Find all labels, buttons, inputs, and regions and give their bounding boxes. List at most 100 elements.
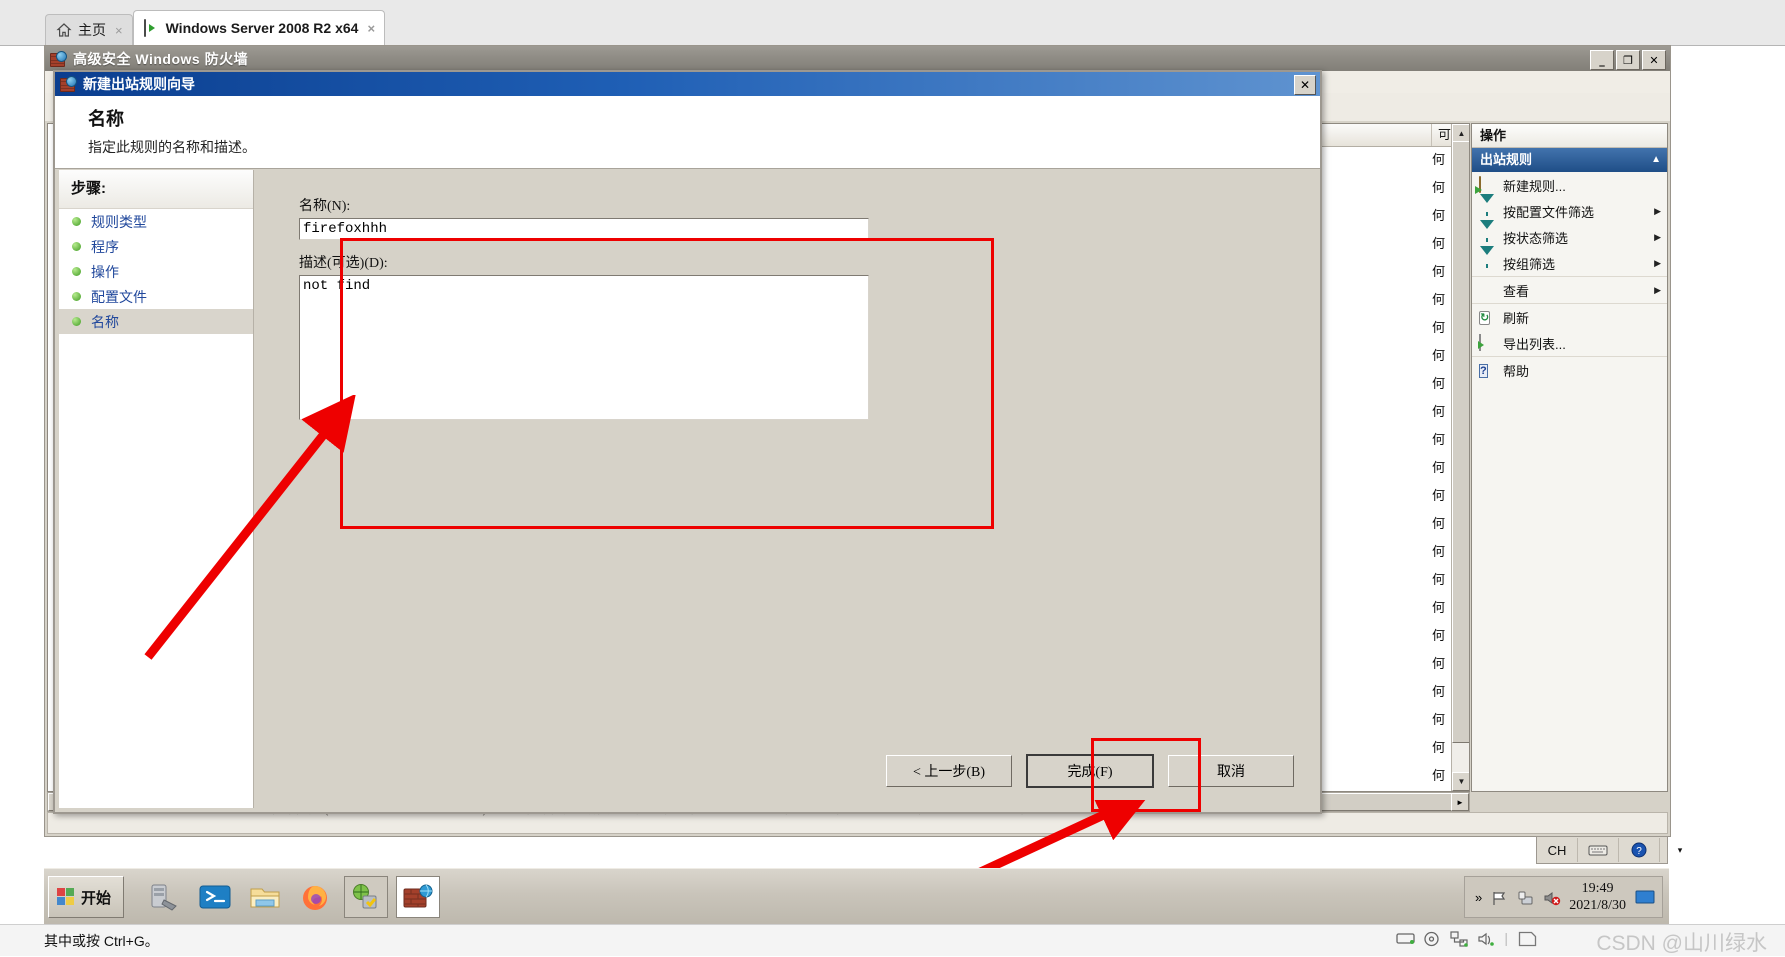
action-item-label: 导出列表... bbox=[1503, 336, 1566, 352]
minimize-button[interactable]: _ bbox=[1590, 50, 1614, 70]
list-vertical-scrollbar[interactable]: ▲ ▼ bbox=[1451, 124, 1469, 791]
tab-home[interactable]: 主页 × bbox=[45, 14, 133, 45]
action-item-label: 查看 bbox=[1503, 283, 1530, 299]
mmc-title-bar: 高级安全 Windows 防火墙 _ ❐ ✕ bbox=[45, 46, 1670, 71]
hard-disk-icon[interactable] bbox=[1396, 931, 1416, 946]
tab-home-close-icon[interactable]: × bbox=[115, 23, 123, 38]
actions-pane: 操作 出站规则 ▲ 新建规则... 按配置文件筛选 ▶ 按状态筛选 ▶ 按组筛选 ▶ 查看 ▶ ↻… bbox=[1471, 123, 1668, 792]
action-item-3[interactable]: 按状态筛选 ▶ bbox=[1472, 220, 1667, 250]
tray-expand-button[interactable]: » bbox=[1475, 890, 1482, 905]
wizard-step-label: 名称 bbox=[91, 313, 119, 330]
step-dot-icon bbox=[72, 267, 81, 276]
vm-icon bbox=[143, 19, 160, 37]
wizard-subheading: 指定此规则的名称和描述。 bbox=[88, 139, 256, 155]
wizard-steps-pane: 步骤: 规则类型程序操作配置文件名称 bbox=[59, 170, 254, 808]
flag-icon[interactable] bbox=[1491, 890, 1508, 905]
refresh-icon: ↻ bbox=[1479, 311, 1491, 325]
taskbar: 开始 » 19:49 2021/8/30 bbox=[44, 868, 1669, 925]
wizard-step-label: 规则类型 bbox=[91, 213, 147, 230]
wizard-title-bar: 新建出站规则向导 ✕ bbox=[55, 72, 1320, 96]
ime-language[interactable]: CH bbox=[1537, 838, 1578, 862]
back-button[interactable]: < 上一步(B) bbox=[886, 755, 1012, 787]
wizard-step-label: 操作 bbox=[91, 263, 119, 280]
steps-header: 步骤: bbox=[59, 170, 253, 209]
system-tray: » 19:49 2021/8/30 bbox=[1463, 876, 1663, 918]
network-tray-icon[interactable] bbox=[1517, 890, 1534, 905]
wizard-step-1[interactable]: 规则类型 bbox=[59, 209, 253, 234]
svg-text:?: ? bbox=[1636, 846, 1642, 857]
scroll-right-button[interactable]: ► bbox=[1451, 793, 1469, 811]
action-item-5[interactable]: 查看 ▶ bbox=[1472, 276, 1667, 303]
network-icon[interactable] bbox=[344, 876, 388, 918]
filter-icon bbox=[1479, 194, 1496, 219]
step-dot-icon bbox=[72, 242, 81, 251]
rule-name-input[interactable] bbox=[299, 218, 869, 240]
host-status-bar: 其中或按 Ctrl+G。 | CSDN @山川绿水 bbox=[0, 924, 1785, 956]
sound-icon[interactable] bbox=[1477, 931, 1495, 946]
tab-windows-server[interactable]: Windows Server 2008 R2 x64 × bbox=[132, 10, 386, 45]
new-rule-icon bbox=[1479, 176, 1496, 193]
restore-button[interactable]: ❐ bbox=[1616, 50, 1640, 70]
submenu-arrow-icon: ▶ bbox=[1654, 284, 1661, 295]
start-label: 开始 bbox=[81, 889, 112, 907]
explorer-icon[interactable] bbox=[244, 877, 286, 917]
action-item-label: 按组筛选 bbox=[1503, 256, 1556, 272]
screen-icon[interactable] bbox=[1518, 931, 1537, 946]
wizard-header: 名称 指定此规则的名称和描述。 bbox=[55, 96, 1320, 169]
wizard-step-2[interactable]: 程序 bbox=[59, 234, 253, 259]
tab-vm-label: Windows Server 2008 R2 x64 bbox=[165, 20, 359, 36]
action-item-1[interactable]: 新建规则... bbox=[1472, 172, 1667, 198]
action-item-label: 刷新 bbox=[1503, 310, 1530, 326]
wizard-step-4[interactable]: 配置文件 bbox=[59, 284, 253, 309]
action-item-2[interactable]: 按配置文件筛选 ▶ bbox=[1472, 194, 1667, 224]
wizard-close-button[interactable]: ✕ bbox=[1294, 75, 1316, 95]
mmc-window-title: 高级安全 Windows 防火墙 bbox=[73, 50, 249, 67]
clock[interactable]: 19:49 2021/8/30 bbox=[1569, 880, 1626, 914]
name-label: 名称(N): bbox=[299, 199, 351, 214]
tab-vm-close-icon[interactable]: × bbox=[367, 21, 375, 36]
powershell-icon[interactable] bbox=[194, 877, 236, 917]
wizard-step-5[interactable]: 名称 bbox=[59, 309, 253, 334]
server-manager-icon[interactable] bbox=[144, 877, 186, 917]
keyboard-icon[interactable] bbox=[1578, 838, 1619, 862]
action-item-8[interactable]: ? 帮助 bbox=[1472, 356, 1667, 383]
network-adapter-icon[interactable] bbox=[1450, 930, 1469, 947]
clock-date: 2021/8/30 bbox=[1569, 898, 1626, 913]
action-item-7[interactable]: 导出列表... bbox=[1472, 330, 1667, 356]
help-icon: ? bbox=[1479, 364, 1488, 378]
home-icon bbox=[56, 22, 72, 38]
wizard-step-label: 配置文件 bbox=[91, 288, 147, 305]
scroll-thumb[interactable] bbox=[1452, 141, 1469, 743]
submenu-arrow-icon: ▶ bbox=[1654, 205, 1661, 216]
firefox-icon[interactable] bbox=[294, 877, 336, 917]
action-item-6[interactable]: ↻ 刷新 bbox=[1472, 303, 1667, 330]
ime-language-bar: CH ? ▾ bbox=[1536, 836, 1682, 864]
close-button[interactable]: ✕ bbox=[1642, 50, 1666, 70]
firewall-icon[interactable] bbox=[396, 876, 440, 918]
tab-list: 主页 × Windows Server 2008 R2 x64 × bbox=[45, 9, 386, 45]
submenu-arrow-icon: ▶ bbox=[1654, 257, 1661, 268]
scroll-down-button[interactable]: ▼ bbox=[1452, 772, 1469, 791]
no-icon bbox=[1479, 282, 1496, 298]
cd-drive-icon[interactable] bbox=[1423, 931, 1440, 946]
chevron-up-icon[interactable]: ▲ bbox=[1651, 148, 1661, 172]
actions-header: 操作 bbox=[1472, 124, 1667, 148]
help-icon[interactable]: ? bbox=[1619, 838, 1660, 862]
firewall-icon bbox=[50, 50, 67, 67]
start-button[interactable]: 开始 bbox=[48, 876, 125, 918]
windows-logo-icon bbox=[57, 888, 75, 906]
wizard-heading: 名称 bbox=[88, 109, 124, 129]
action-item-label: 按配置文件筛选 bbox=[1503, 204, 1595, 220]
tab-home-label: 主页 bbox=[78, 22, 106, 38]
volume-muted-icon[interactable] bbox=[1543, 890, 1561, 905]
filter-icon bbox=[1479, 246, 1496, 271]
actions-group-outbound-rules[interactable]: 出站规则 ▲ bbox=[1472, 148, 1667, 172]
ime-more-button[interactable]: ▾ bbox=[1660, 838, 1700, 862]
wizard-step-3[interactable]: 操作 bbox=[59, 259, 253, 284]
export-icon bbox=[1479, 334, 1496, 351]
show-desktop-icon[interactable] bbox=[1635, 890, 1655, 905]
csdn-watermark: CSDN @山川绿水 bbox=[1596, 932, 1767, 955]
annotation-box-form bbox=[340, 238, 994, 529]
vmware-tab-strip: 主页 × Windows Server 2008 R2 x64 × bbox=[0, 0, 1785, 46]
action-item-4[interactable]: 按组筛选 ▶ bbox=[1472, 246, 1667, 276]
